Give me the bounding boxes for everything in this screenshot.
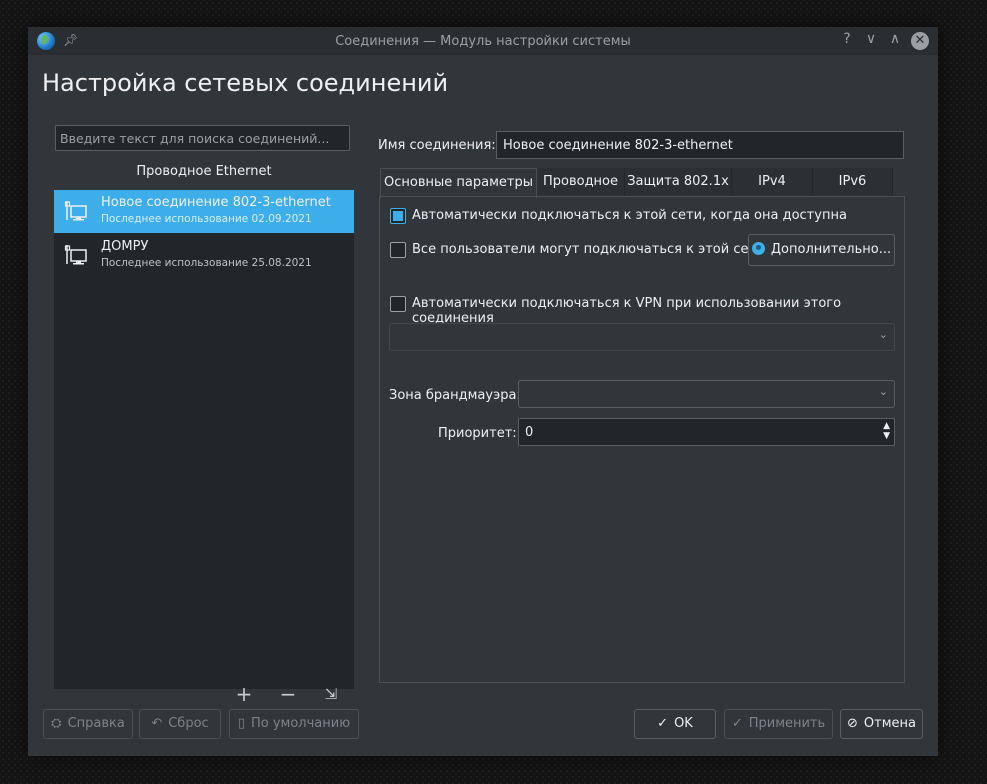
chevron-down-icon: ⌄ xyxy=(878,328,888,341)
advanced-button-label: Дополнительно... xyxy=(770,242,892,257)
tab-ipv6[interactable]: IPv6 xyxy=(813,168,893,196)
all-users-checkbox[interactable] xyxy=(390,242,406,258)
titlebar[interactable]: 📌︎ Соединения — Модуль настройки системы… xyxy=(28,27,938,55)
priority-value: 0 xyxy=(525,425,534,440)
apply-button[interactable]: ✓ Применить xyxy=(724,709,833,739)
tab-ipv4[interactable]: IPv4 xyxy=(732,168,813,196)
checkmark-icon: ✓ xyxy=(731,716,743,731)
help-question-icon[interactable]: ? xyxy=(838,31,856,47)
settings-window: 📌︎ Соединения — Модуль настройки системы… xyxy=(28,27,938,756)
minimize-icon[interactable]: ∨ xyxy=(862,31,880,47)
tab-wired[interactable]: Проводное xyxy=(537,168,625,196)
autoconnect-checkbox[interactable] xyxy=(390,208,406,224)
maximize-icon[interactable]: ∧ xyxy=(886,31,904,47)
connection-last-used: Последнее использование 25.08.2021 xyxy=(101,257,312,269)
tab-security-8021x[interactable]: Защита 802.1x xyxy=(625,168,732,196)
reset-button-label: Сброс xyxy=(168,716,209,731)
cancel-button-label: Отмена xyxy=(863,716,916,731)
wired-network-icon xyxy=(64,201,87,221)
remove-connection-icon[interactable]: − xyxy=(278,682,298,706)
connection-group-header: Проводное Ethernet xyxy=(136,164,272,179)
vpn-select: ⌄ xyxy=(389,323,895,351)
search-input[interactable]: Введите текст для поиска соединений... xyxy=(55,125,350,151)
user-icon xyxy=(751,242,765,255)
firewall-zone-label: Зона брандмауэра: xyxy=(389,388,521,403)
vpn-autoconnect-checkbox[interactable] xyxy=(390,296,406,312)
cancel-button[interactable]: ⊘ Отмена xyxy=(840,709,923,739)
editor-tabs: Основные параметры Проводное Защита 802.… xyxy=(380,168,895,198)
checkmark-icon: ✓ xyxy=(657,716,669,731)
spin-arrows-icon[interactable]: ▲ ▼ xyxy=(883,421,890,441)
close-icon[interactable]: ✕ xyxy=(911,32,929,50)
wired-network-icon xyxy=(64,245,87,265)
vpn-autoconnect-label: Автоматически подключаться к VPN при исп… xyxy=(412,296,842,326)
window-title: Соединения — Модуль настройки системы xyxy=(335,34,631,49)
cancel-icon: ⊘ xyxy=(847,716,858,731)
help-button-label: Справка xyxy=(67,716,125,731)
export-connection-icon[interactable]: ⇲ xyxy=(321,685,341,703)
connection-last-used: Последнее использование 02.09.2021 xyxy=(101,213,312,225)
connection-name: ДОМРУ xyxy=(101,239,149,254)
undo-icon: ↶ xyxy=(151,716,163,731)
chevron-down-icon: ⌄ xyxy=(878,385,888,398)
autoconnect-label: Автоматически подключаться к этой сети, … xyxy=(412,208,847,223)
priority-spinbox[interactable]: 0 ▲ ▼ xyxy=(518,418,895,446)
connection-name: Новое соединение 802-3-ethernet xyxy=(101,195,331,210)
defaults-button-label: По умолчанию xyxy=(250,716,351,731)
page-title: Настройка сетевых соединений xyxy=(42,69,449,97)
reset-button[interactable]: ↶ Сброс xyxy=(139,709,221,739)
document-defaults-icon: ▯ xyxy=(237,716,245,731)
connection-name-label: Имя соединения: xyxy=(378,138,496,153)
help-icon: ⛭ xyxy=(51,716,62,731)
add-connection-icon[interactable]: + xyxy=(234,682,254,706)
tab-general[interactable]: Основные параметры xyxy=(380,168,537,198)
all-users-label: Все пользователи могут подключаться к эт… xyxy=(412,242,765,257)
connection-name-field[interactable]: Новое соединение 802-3-ethernet xyxy=(496,131,904,159)
tab-panel-general: Автоматически подключаться к этой сети, … xyxy=(379,196,905,683)
ok-button-label: OK xyxy=(674,716,693,731)
help-button[interactable]: ⛭ Справка xyxy=(43,709,133,739)
priority-label: Приоритет: xyxy=(438,426,517,441)
advanced-button[interactable]: Дополнительно... xyxy=(748,234,895,266)
connection-item-domru[interactable]: ДОМРУ Последнее использование 25.08.2021 xyxy=(54,234,354,277)
apply-button-label: Применить xyxy=(748,716,826,731)
defaults-button[interactable]: ▯ По умолчанию xyxy=(229,709,359,739)
ok-button[interactable]: ✓ OK xyxy=(634,709,716,739)
connection-list: Новое соединение 802-3-ethernet Последне… xyxy=(54,190,354,706)
firewall-zone-select[interactable]: ⌄ xyxy=(518,380,895,408)
connection-item-new-ethernet[interactable]: Новое соединение 802-3-ethernet Последне… xyxy=(54,190,354,233)
